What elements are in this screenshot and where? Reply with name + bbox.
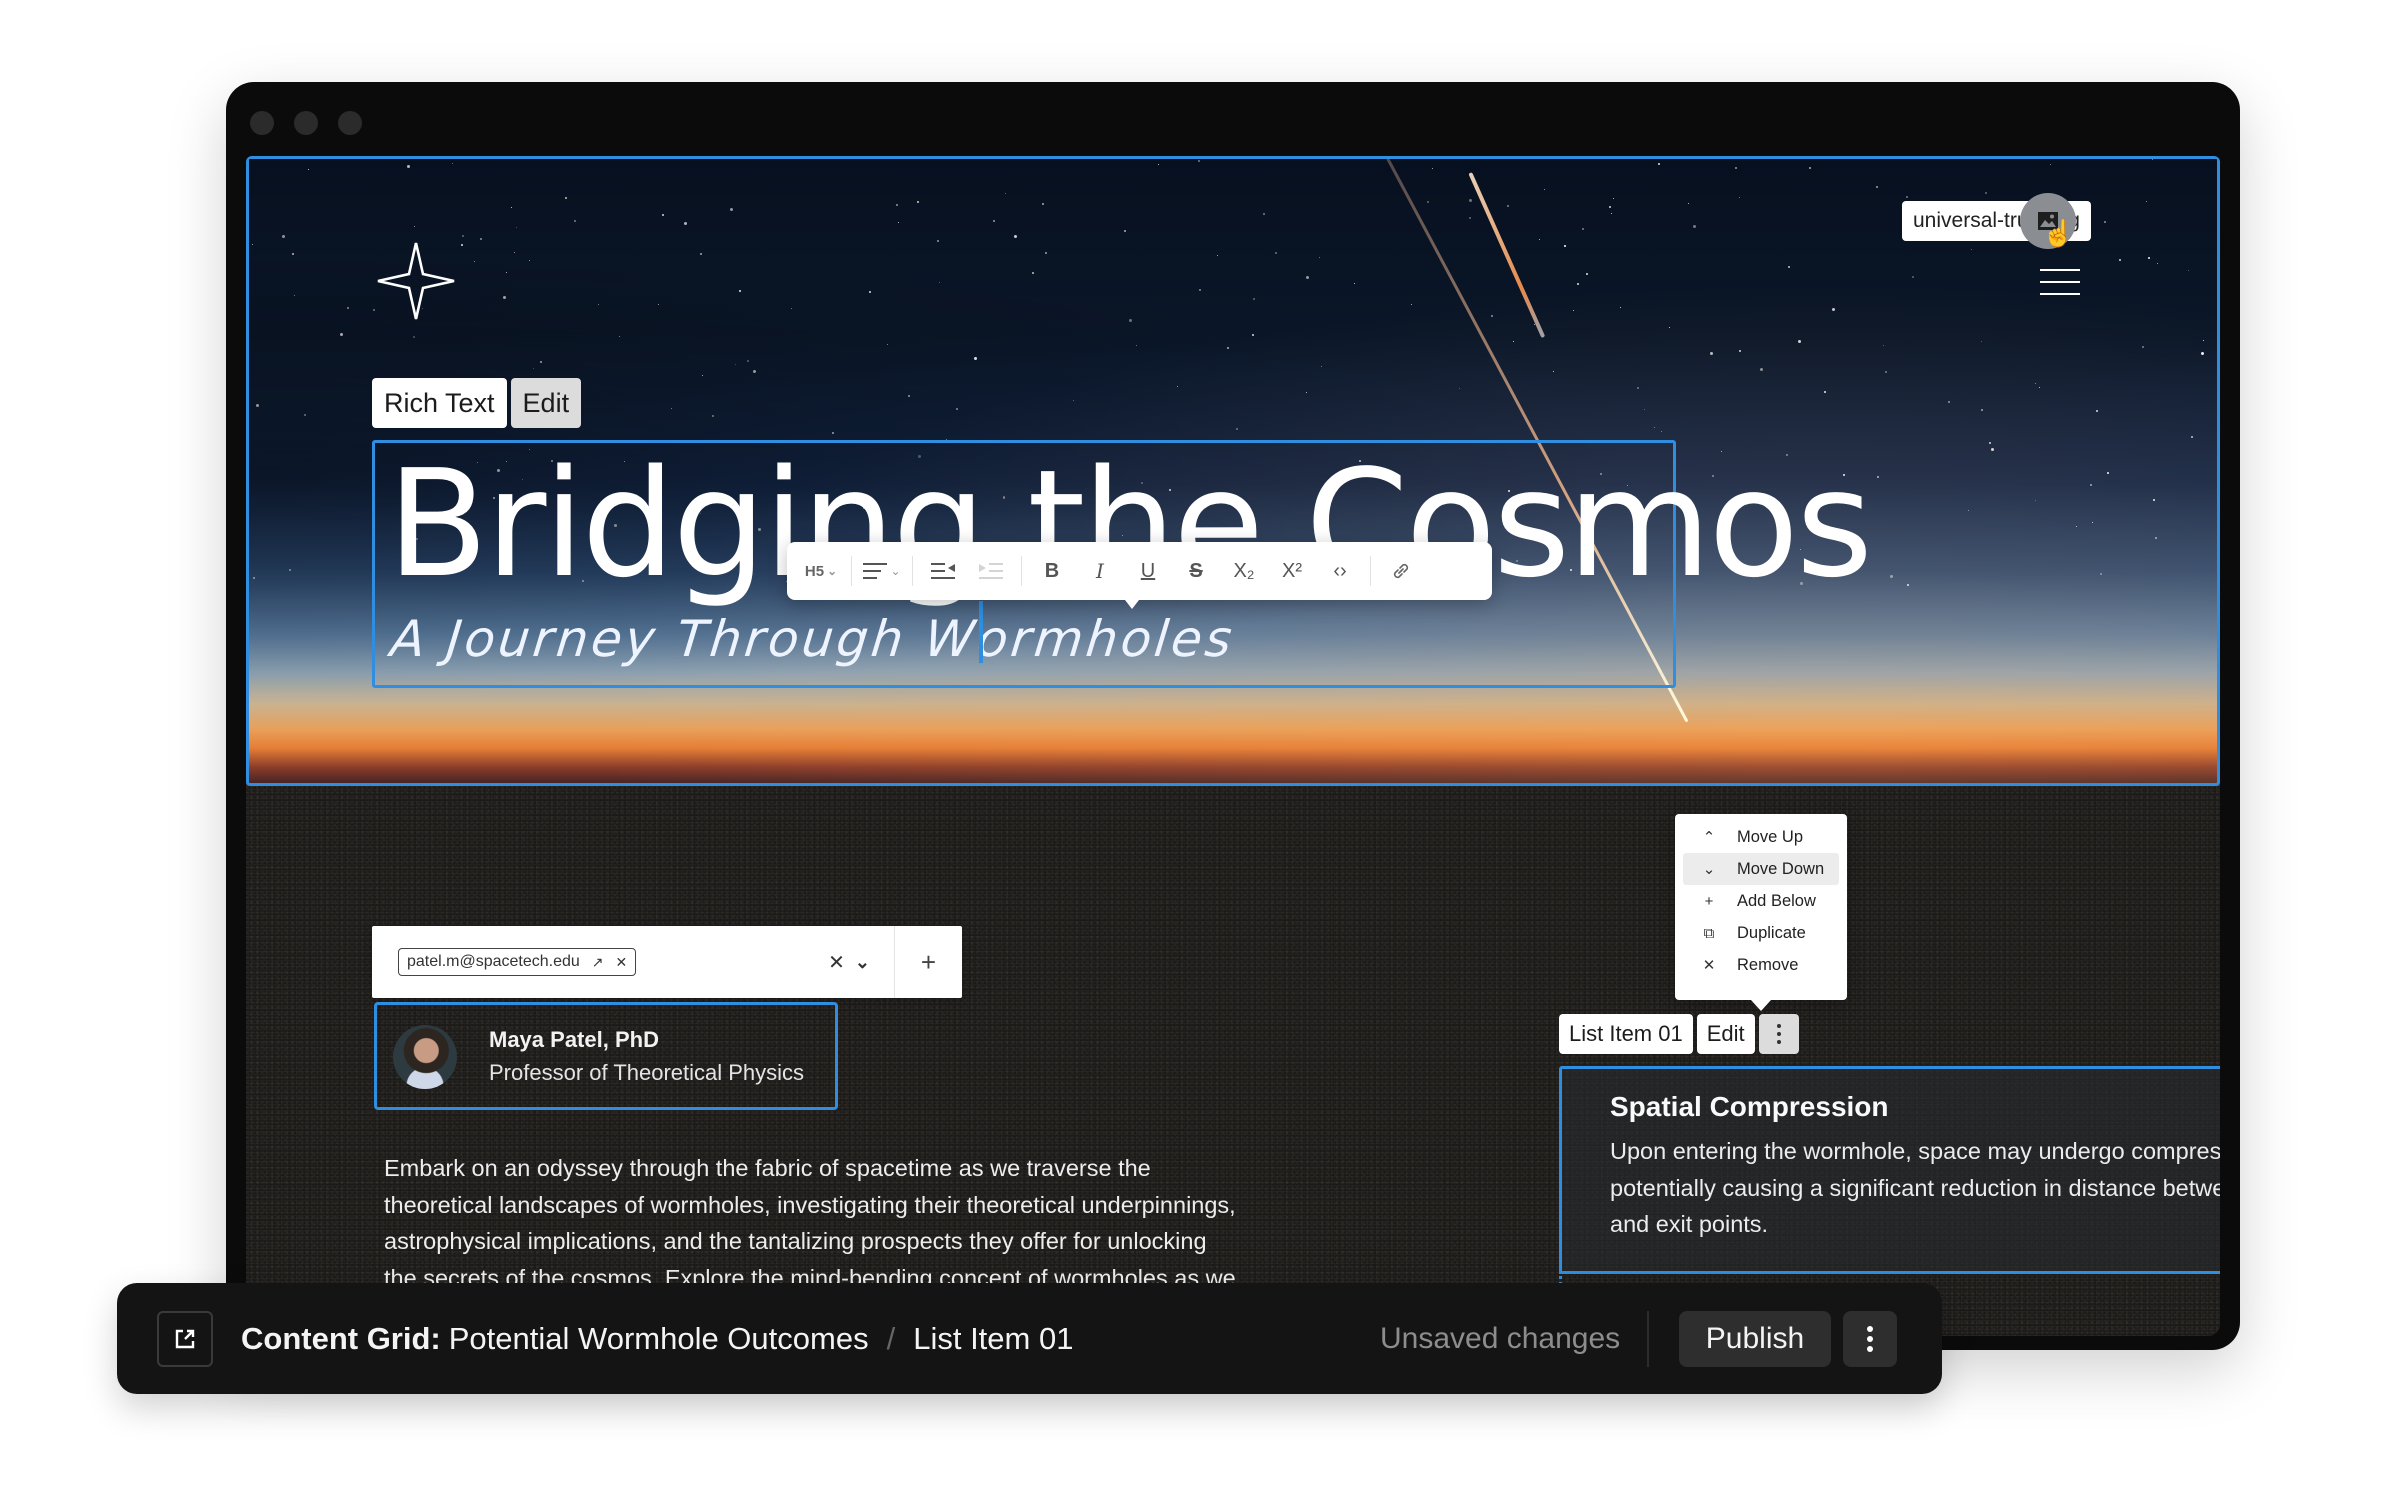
author-reference-picker[interactable]: patel.m@spacetech.edu ↗ ✕ ✕ ⌄ + xyxy=(372,926,962,998)
remove-chip-icon[interactable]: ✕ xyxy=(616,954,628,971)
menu-item-label: Remove xyxy=(1737,955,1799,974)
add-author-button[interactable]: + xyxy=(894,926,962,998)
bold-button[interactable]: B xyxy=(1030,551,1074,591)
kebab-dot xyxy=(1776,1024,1781,1028)
align-left-icon xyxy=(863,563,888,579)
text-cursor xyxy=(979,601,983,663)
hamburger-menu-icon[interactable] xyxy=(2040,269,2080,295)
author-email: patel.m@spacetech.edu xyxy=(407,953,580,970)
list-item-text: Upon entering the wormhole, space may un… xyxy=(1610,1138,2220,1237)
menu-item-label: Move Down xyxy=(1737,859,1825,878)
selected-author-chip[interactable]: patel.m@spacetech.edu ↗ ✕ xyxy=(398,948,637,976)
toolbar-divider xyxy=(851,556,852,586)
menu-item-label: Add Below xyxy=(1737,891,1816,910)
pointer-hand-cursor-icon: ☝ xyxy=(2042,218,2075,248)
format-toolbar: H5 ⌄ ⌄ B I U S X₂ X² ‹› xyxy=(787,542,1492,609)
heading-level-value: H5 xyxy=(804,562,825,580)
close-icon: ✕ xyxy=(1702,957,1716,974)
link-icon xyxy=(1393,563,1409,579)
plus-icon: + xyxy=(1704,892,1714,910)
author-avatar xyxy=(393,1025,457,1089)
open-external-button[interactable] xyxy=(157,1311,213,1367)
save-status: Unsaved changes xyxy=(1380,1322,1621,1355)
external-link-icon xyxy=(175,1329,195,1349)
list-item-tag[interactable]: List Item 01 xyxy=(1559,1014,1693,1054)
kebab-dot xyxy=(1776,1032,1781,1036)
clear-selection-icon[interactable]: ✕ xyxy=(828,950,845,975)
breadcrumb-component-name[interactable]: Potential Wormhole Outcomes xyxy=(449,1321,869,1357)
picker-actions: ✕ ⌄ xyxy=(828,950,894,975)
window-maximize-dot[interactable] xyxy=(338,111,362,135)
outdent-button[interactable] xyxy=(969,551,1013,591)
link-button[interactable] xyxy=(1379,551,1423,591)
indent-button[interactable] xyxy=(921,551,965,591)
superscript-button[interactable]: X² xyxy=(1270,551,1314,591)
breadcrumb-current-item[interactable]: List Item 01 xyxy=(913,1321,1073,1357)
rich-text-tag[interactable]: Rich Text xyxy=(372,378,507,428)
four-point-star-logo-icon[interactable] xyxy=(376,241,456,321)
breadcrumb: Content Grid: Potential Wormhole Outcome… xyxy=(241,1311,1073,1367)
breadcrumb-component-type: Content Grid: xyxy=(241,1321,441,1356)
menu-pointer xyxy=(1751,1000,1771,1011)
kebab-dot xyxy=(1776,1040,1781,1044)
list-item-more-button[interactable] xyxy=(1758,1014,1799,1054)
menu-item-label: Duplicate xyxy=(1737,923,1806,942)
strikethrough-button[interactable]: S xyxy=(1174,551,1218,591)
window-close-dot[interactable] xyxy=(250,111,274,135)
hero-section[interactable]: universal-truth.jpg ☝ Rich Text Edit Bri… xyxy=(246,156,2220,786)
align-dropdown[interactable]: ⌄ xyxy=(860,551,904,591)
chevron-up-icon: ⌃ xyxy=(1702,829,1716,846)
outdent-icon xyxy=(979,563,1003,579)
chevron-down-icon: ⌄ xyxy=(1702,861,1716,878)
heading-level-dropdown[interactable]: H5 ⌄ xyxy=(799,551,843,591)
author-name: Maya Patel, PhD xyxy=(489,1027,659,1052)
toolbar-divider xyxy=(1021,556,1022,586)
italic-button[interactable]: I xyxy=(1078,551,1122,591)
rich-text-edit-button[interactable]: Edit xyxy=(510,378,582,428)
author-role: Professor of Theoretical Physics xyxy=(489,1060,805,1085)
underline-button[interactable]: U xyxy=(1126,551,1170,591)
more-options-button[interactable] xyxy=(1843,1311,1897,1367)
chevron-down-icon[interactable]: ⌄ xyxy=(855,952,870,973)
author-card[interactable]: Maya Patel, PhD Professor of Theoretical… xyxy=(374,1002,838,1110)
bar-divider xyxy=(1647,1311,1649,1367)
code-button[interactable]: ‹› xyxy=(1318,551,1362,591)
chevron-down-icon: ⌄ xyxy=(890,564,901,578)
subscript-button[interactable]: X₂ xyxy=(1222,551,1266,591)
rich-text-toolbar: Rich Text Edit xyxy=(372,378,582,428)
list-item-card-selected[interactable]: Spatial Compression Upon entering the wo… xyxy=(1559,1066,2220,1274)
kebab-menu-icon xyxy=(1867,1326,1873,1352)
list-item-edit-button[interactable]: Edit xyxy=(1696,1014,1755,1054)
menu-item-remove[interactable]: ✕ Remove xyxy=(1683,949,1839,981)
list-item-context-menu: ⌃ Move Up ⌄ Move Down + Add Below ⧉ Dupl… xyxy=(1675,814,1847,1011)
page-subtitle[interactable]: A Journey Through Wormholes xyxy=(388,609,1238,669)
menu-item-move-up[interactable]: ⌃ Move Up xyxy=(1683,821,1839,853)
window-minimize-dot[interactable] xyxy=(294,111,318,135)
list-item-toolbar: List Item 01 Edit xyxy=(1559,1014,1799,1054)
toolbar-pointer xyxy=(1125,600,1139,609)
publish-button[interactable]: Publish xyxy=(1679,1311,1831,1367)
page-canvas: universal-truth.jpg ☝ Rich Text Edit Bri… xyxy=(246,156,2220,1336)
menu-item-add-below[interactable]: + Add Below xyxy=(1683,885,1839,917)
chevron-down-icon: ⌄ xyxy=(827,564,838,578)
list-item-title: Spatial Compression xyxy=(1610,1091,1889,1122)
duplicate-icon: ⧉ xyxy=(1703,924,1715,942)
indent-icon xyxy=(931,563,955,579)
menu-item-label: Move Up xyxy=(1737,827,1804,846)
edit-external-icon[interactable]: ↗ xyxy=(592,954,604,971)
toolbar-divider xyxy=(912,556,913,586)
menu-item-duplicate[interactable]: ⧉ Duplicate xyxy=(1683,917,1839,949)
browser-window: universal-truth.jpg ☝ Rich Text Edit Bri… xyxy=(226,82,2240,1350)
toolbar-divider xyxy=(1370,556,1371,586)
menu-item-move-down[interactable]: ⌄ Move Down xyxy=(1683,853,1839,885)
editor-status-bar: Content Grid: Potential Wormhole Outcome… xyxy=(117,1283,1942,1394)
breadcrumb-separator: / xyxy=(886,1321,896,1356)
